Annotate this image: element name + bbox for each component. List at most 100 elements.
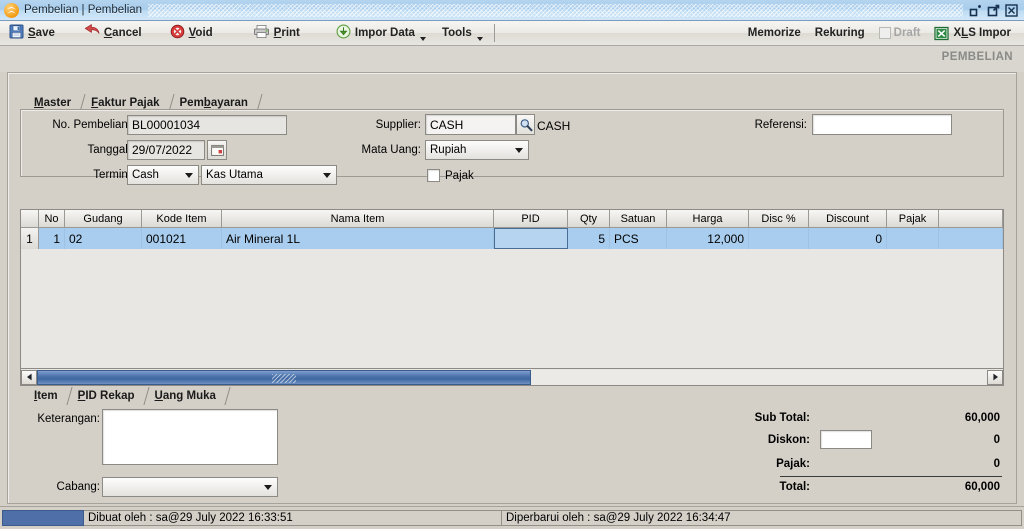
items-grid: No Gudang Kode Item Nama Item PID Qty Sa… — [20, 209, 1004, 369]
tanggal-field[interactable]: 29/07/2022 — [127, 140, 205, 160]
bottom-area: Keterangan: Cabang: Sub Total: 60,000 Di… — [20, 405, 1004, 497]
col-header-kode[interactable]: Kode Item — [142, 210, 222, 228]
toolbar-right-group: Memorize Rekuring Draft XLS Impor — [741, 22, 1024, 45]
diskon-label: Diskon: — [767, 434, 810, 446]
tab-pid-rekap[interactable]: PID Rekap — [69, 387, 146, 405]
main-panel: Master Faktur Pajak Pembayaran No. Pembe… — [7, 72, 1017, 504]
table-row[interactable]: 1 1 02 001021 Air Mineral 1L 5 PCS 12,00… — [21, 228, 1003, 249]
page-band: PEMBELIAN — [0, 46, 1024, 72]
cancel-button[interactable]: Cancel — [76, 22, 149, 45]
total-value: 60,000 — [964, 481, 1000, 493]
cabang-label: Cabang: — [56, 481, 100, 493]
col-header-harga[interactable]: Harga — [667, 210, 749, 228]
cell-nama[interactable]: Air Mineral 1L — [222, 228, 494, 249]
impor-data-button[interactable]: Impor Data — [329, 22, 433, 45]
supplier-field[interactable]: CASH — [425, 114, 516, 135]
col-header-extra[interactable] — [939, 210, 1003, 228]
col-header-no[interactable]: No — [39, 210, 65, 228]
cell-discount[interactable]: 0 — [809, 228, 887, 249]
col-header-pajak[interactable]: Pajak — [887, 210, 939, 228]
chevron-down-icon — [323, 173, 331, 178]
mata-uang-select[interactable]: Rupiah — [425, 140, 529, 160]
maximize-window-icon[interactable] — [987, 4, 1000, 17]
toolbar-divider — [493, 24, 495, 42]
pajak-total-label: Pajak: — [776, 458, 810, 470]
chevron-down-icon — [419, 36, 426, 41]
calendar-icon[interactable] — [207, 140, 227, 160]
tab-uang-muka[interactable]: Uang Muka — [146, 387, 227, 405]
pajak-checkbox[interactable] — [427, 169, 440, 182]
col-header-satuan[interactable]: Satuan — [610, 210, 667, 228]
termin-account-value: Kas Utama — [206, 169, 263, 181]
col-header-pid[interactable]: PID — [494, 210, 568, 228]
cell-kode[interactable]: 001021 — [142, 228, 222, 249]
cell-harga[interactable]: 12,000 — [667, 228, 749, 249]
cell-no: 1 — [39, 228, 65, 249]
cell-rowsel[interactable]: 1 — [21, 228, 39, 249]
chevron-down-icon — [515, 148, 523, 153]
scrollbar-track[interactable] — [37, 369, 987, 385]
save-button[interactable]: Save — [0, 22, 62, 45]
xls-impor-button[interactable]: XLS Impor — [927, 22, 1018, 45]
xls-impor-label: XLS Impor — [953, 27, 1011, 39]
termin-select-value: Cash — [132, 169, 159, 181]
cell-pid[interactable] — [494, 228, 568, 249]
restore-window-icon[interactable] — [969, 4, 982, 17]
keterangan-textarea[interactable] — [102, 409, 278, 465]
printer-icon — [253, 24, 270, 42]
cell-extra[interactable] — [939, 228, 1003, 249]
col-header-rowsel[interactable] — [21, 210, 39, 228]
cabang-select[interactable] — [102, 477, 278, 497]
col-header-qty[interactable]: Qty — [568, 210, 610, 228]
chevron-down-icon — [264, 485, 272, 490]
referensi-field[interactable] — [812, 114, 952, 135]
void-circle-icon — [170, 24, 185, 42]
window-title-bar: Pembelian | Pembelian — [0, 0, 1024, 21]
cancel-button-label: Cancel — [103, 27, 142, 39]
memorize-button[interactable]: Memorize — [741, 22, 808, 45]
cell-satuan[interactable]: PCS — [610, 228, 667, 249]
import-green-arrow-icon — [336, 24, 351, 42]
page-title: PEMBELIAN — [941, 51, 1013, 63]
close-window-icon[interactable] — [1005, 3, 1018, 17]
total-label: Total: — [779, 481, 810, 493]
tab-uang-muka-label: Uang Muka — [154, 390, 216, 402]
draft-checkbox-box — [878, 27, 891, 39]
col-header-disc[interactable]: Disc % — [749, 210, 809, 228]
save-button-label: Save — [28, 27, 55, 39]
rekuring-button[interactable]: Rekuring — [808, 22, 872, 45]
title-bar-filler — [148, 3, 963, 17]
draft-label: Draft — [893, 27, 921, 39]
scroll-right-icon[interactable] — [987, 369, 1003, 385]
scrollbar-thumb[interactable] — [37, 369, 531, 385]
no-pembelian-field[interactable]: BL00001034 — [127, 115, 287, 135]
tab-item[interactable]: Item — [25, 387, 69, 405]
print-button[interactable]: Print — [246, 22, 307, 45]
void-button[interactable]: Void — [163, 22, 220, 45]
tools-button-label: Tools — [441, 27, 472, 39]
termin-account-select[interactable]: Kas Utama — [201, 165, 337, 185]
impor-data-button-label: Impor Data — [354, 27, 415, 39]
col-header-gudang[interactable]: Gudang — [65, 210, 142, 228]
tools-button[interactable]: Tools — [435, 22, 490, 45]
status-progress-indicator — [2, 510, 84, 526]
col-header-nama[interactable]: Nama Item — [222, 210, 494, 228]
grid-horizontal-scrollbar[interactable] — [20, 369, 1004, 386]
referensi-label: Referensi: — [754, 119, 807, 131]
cell-pajak[interactable] — [887, 228, 939, 249]
col-header-discount[interactable]: Discount — [809, 210, 887, 228]
cell-qty[interactable]: 5 — [568, 228, 610, 249]
status-bar: Dibuat oleh : sa@29 July 2022 16:33:51 D… — [0, 506, 1024, 529]
chevron-down-icon — [185, 173, 193, 178]
items-grid-empty-area — [21, 249, 1003, 368]
cell-gudang[interactable]: 02 — [65, 228, 142, 249]
scroll-left-icon[interactable] — [21, 369, 37, 385]
cell-disc[interactable] — [749, 228, 809, 249]
mata-uang-value: Rupiah — [430, 144, 467, 156]
no-pembelian-label: No. Pembelian: — [52, 119, 131, 131]
diskon-value: 0 — [993, 434, 1000, 446]
tab-faktur-pajak-label: Faktur Pajak — [91, 97, 160, 109]
search-magnifier-icon[interactable] — [516, 114, 535, 135]
draft-checkbox[interactable]: Draft — [872, 22, 928, 45]
termin-select[interactable]: Cash — [127, 165, 199, 185]
